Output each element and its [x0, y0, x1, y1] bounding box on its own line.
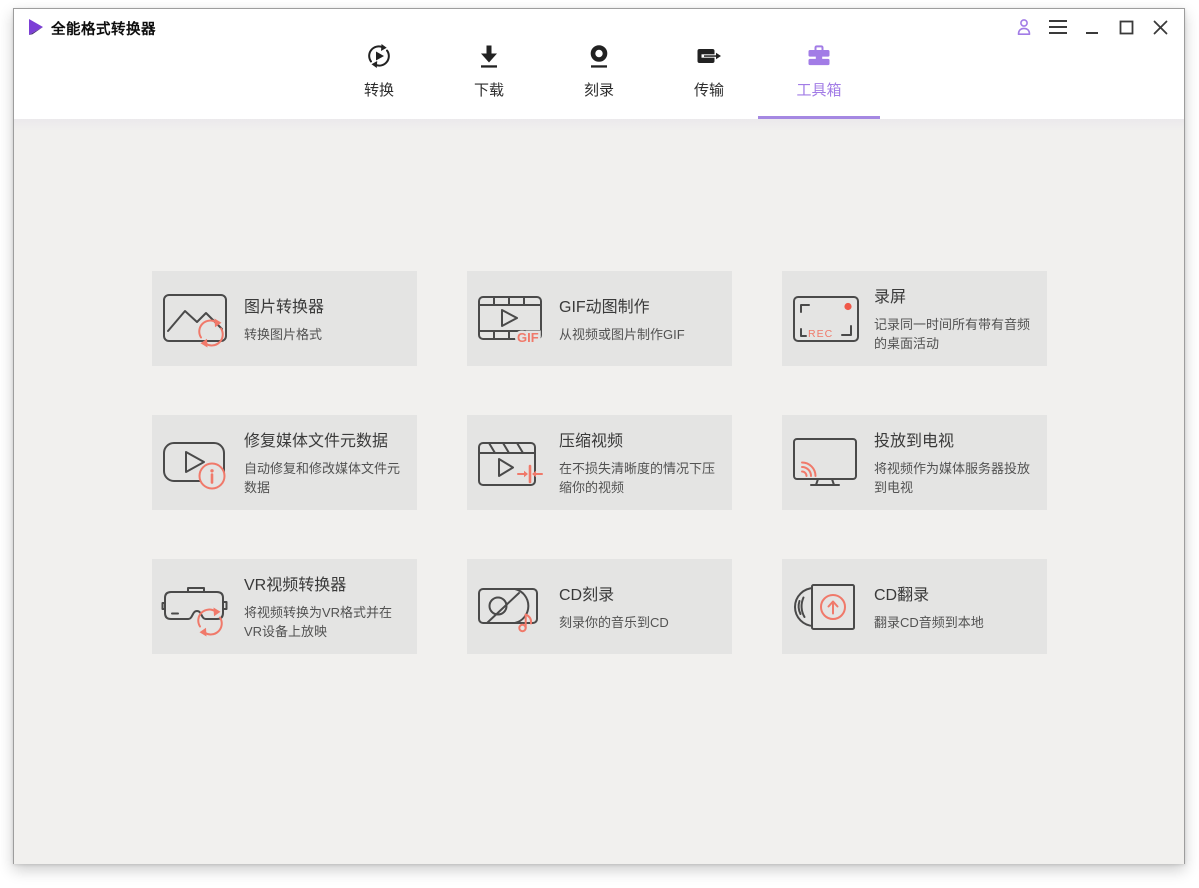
tab-download[interactable]: 下载	[434, 41, 544, 119]
vr-converter-icon	[161, 586, 228, 636]
card-desc: 在不损失清晰度的情况下压缩你的视频	[559, 461, 716, 495]
cd-rip-icon	[794, 583, 855, 630]
transfer-icon	[697, 49, 721, 63]
close-button[interactable]	[1150, 17, 1170, 37]
card-desc: 翻录CD音频到本地	[874, 614, 984, 630]
titlebar: 全能格式转换器	[14, 9, 1184, 43]
app-window: 全能格式转换器 转换 下载 刻录 传输 工具箱 图片转换器 转换图片格式 GIF…	[13, 8, 1185, 864]
card-title: 投放到电视	[874, 433, 955, 451]
close-icon	[1153, 20, 1167, 34]
card-video-compressor[interactable]: 压缩视频 在不损失清晰度的情况下压缩你的视频	[467, 415, 732, 510]
burn-icon	[590, 45, 608, 68]
card-title: CD翻录	[874, 586, 930, 604]
account-button[interactable]	[1014, 17, 1034, 37]
main-nav: 转换 下载 刻录 传输 工具箱	[14, 41, 1184, 119]
card-screen-recorder[interactable]: REC 录屏 记录同一时间所有带有音频的桌面活动	[782, 271, 1047, 366]
video-compressor-icon	[478, 441, 543, 486]
download-icon	[481, 45, 497, 68]
toolbox-icon	[808, 45, 830, 66]
convert-icon	[368, 44, 390, 68]
tab-download-label: 下载	[473, 82, 504, 99]
tool-grid: 图片转换器 转换图片格式 GIF GIF动图制作 从视频或图片制作GIF REC…	[152, 271, 1047, 654]
card-cast-to-tv[interactable]: 投放到电视 将视频作为媒体服务器投放到电视	[782, 415, 1047, 510]
tab-convert-label: 转换	[363, 82, 394, 99]
card-metadata-fixer[interactable]: 修复媒体文件元数据 自动修复和修改媒体文件元数据	[152, 415, 417, 510]
image-converter-icon	[163, 293, 227, 347]
maximize-icon	[1119, 20, 1133, 34]
card-vr-converter[interactable]: VR视频转换器 将视频转换为VR格式并在VR设备上放映	[152, 559, 417, 654]
card-desc: 转换图片格式	[244, 326, 323, 342]
tab-burn-label: 刻录	[583, 82, 614, 99]
app-title: 全能格式转换器	[51, 22, 156, 38]
card-title: GIF动图制作	[559, 298, 650, 316]
card-title: VR视频转换器	[244, 577, 347, 595]
tab-toolbox[interactable]: 工具箱	[758, 41, 880, 119]
card-desc: 从视频或图片制作GIF	[559, 326, 685, 342]
minimize-icon	[1086, 32, 1098, 34]
window-controls	[1014, 15, 1170, 39]
cd-burn-icon	[478, 587, 538, 632]
header: 全能格式转换器 转换 下载 刻录 传输 工具箱	[14, 9, 1184, 119]
metadata-fixer-icon	[163, 441, 226, 489]
svg-text:GIF: GIF	[517, 330, 539, 345]
card-gif-maker[interactable]: GIF GIF动图制作 从视频或图片制作GIF	[467, 271, 732, 366]
menu-button[interactable]	[1048, 17, 1068, 37]
tab-convert[interactable]: 转换	[324, 41, 434, 119]
card-title: CD刻录	[559, 586, 615, 604]
card-title: 压缩视频	[559, 433, 624, 451]
card-desc: 将视频转换为VR格式并在VR设备上放映	[244, 605, 393, 639]
tab-transfer[interactable]: 传输	[654, 41, 764, 119]
card-title: 图片转换器	[244, 298, 325, 316]
card-cd-rip[interactable]: CD翻录 翻录CD音频到本地	[782, 559, 1047, 654]
card-desc: 记录同一时间所有带有音频的桌面活动	[874, 317, 1031, 351]
minimize-button[interactable]	[1082, 17, 1102, 37]
tab-transfer-label: 传输	[693, 82, 724, 99]
person-icon	[1017, 19, 1031, 35]
tab-toolbox-label: 工具箱	[796, 82, 842, 99]
maximize-button[interactable]	[1116, 17, 1136, 37]
app-logo-icon	[29, 19, 43, 35]
card-title: 录屏	[874, 289, 907, 307]
card-title: 修复媒体文件元数据	[244, 433, 389, 451]
screen-recorder-icon: REC	[793, 295, 859, 342]
svg-text:REC: REC	[808, 328, 833, 340]
card-desc: 将视频作为媒体服务器投放到电视	[874, 461, 1031, 495]
hamburger-icon	[1049, 20, 1067, 34]
cast-to-tv-icon	[793, 437, 857, 486]
card-image-converter[interactable]: 图片转换器 转换图片格式	[152, 271, 417, 366]
card-desc: 刻录你的音乐到CD	[559, 614, 669, 630]
gif-maker-icon: GIF	[478, 295, 542, 347]
card-desc: 自动修复和修改媒体文件元数据	[244, 461, 401, 495]
card-cd-burn[interactable]: CD刻录 刻录你的音乐到CD	[467, 559, 732, 654]
tab-burn[interactable]: 刻录	[544, 41, 654, 119]
toolbox-panel: 图片转换器 转换图片格式 GIF GIF动图制作 从视频或图片制作GIF REC…	[14, 119, 1184, 864]
